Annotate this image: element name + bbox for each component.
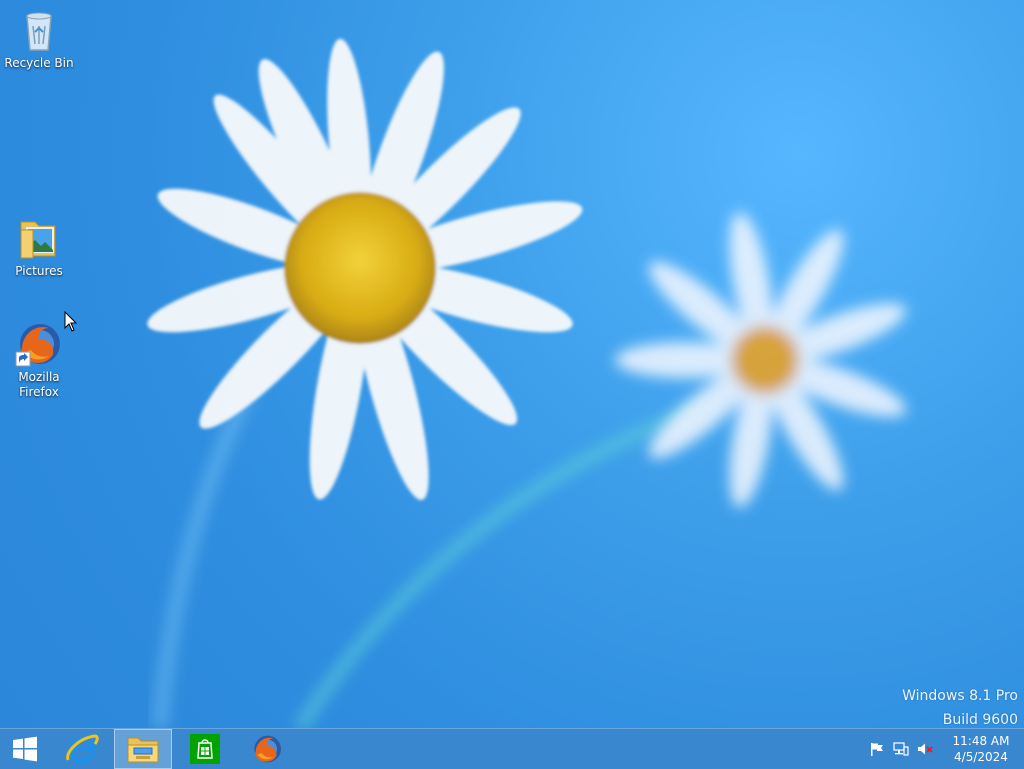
firefox-label: Mozilla Firefox xyxy=(18,370,60,399)
clock-time: 11:48 AM xyxy=(952,734,1010,748)
file-explorer-icon xyxy=(127,737,159,763)
taskbar: 11:48 AM 4/5/2024 xyxy=(0,728,1024,769)
recycle-bin-label: Recycle Bin xyxy=(4,56,74,70)
taskbar-firefox[interactable] xyxy=(240,729,294,769)
taskbar-file-explorer[interactable] xyxy=(114,729,172,769)
windows-version-watermark: Windows 8.1 Pro Build 9600 xyxy=(902,684,1018,732)
recycle-bin-icon xyxy=(15,6,63,54)
start-button[interactable] xyxy=(0,729,50,769)
pictures-folder-icon xyxy=(15,214,63,262)
windows-edition-text: Windows 8.1 Pro xyxy=(902,688,1018,704)
volume-muted-icon[interactable] xyxy=(914,738,936,760)
store-icon xyxy=(190,734,220,764)
firefox-icon xyxy=(254,735,281,763)
system-tray: 11:48 AM 4/5/2024 xyxy=(866,729,1024,769)
action-center-flag-icon[interactable] xyxy=(866,738,888,760)
clock-date: 4/5/2024 xyxy=(954,750,1008,764)
windows-logo-icon xyxy=(13,736,37,762)
taskbar-store[interactable] xyxy=(178,729,232,769)
pictures-label: Pictures xyxy=(15,264,63,278)
recycle-bin-shortcut[interactable]: Recycle Bin xyxy=(1,6,77,71)
internet-explorer-icon xyxy=(66,734,99,764)
desktop-wallpaper xyxy=(147,38,907,728)
taskbar-clock[interactable]: 11:48 AM 4/5/2024 xyxy=(944,733,1018,765)
pictures-shortcut[interactable]: Pictures xyxy=(1,214,77,279)
taskbar-internet-explorer[interactable] xyxy=(56,729,108,769)
network-icon[interactable] xyxy=(890,738,912,760)
mouse-pointer-icon xyxy=(64,311,78,332)
firefox-shortcut-icon xyxy=(15,320,63,368)
